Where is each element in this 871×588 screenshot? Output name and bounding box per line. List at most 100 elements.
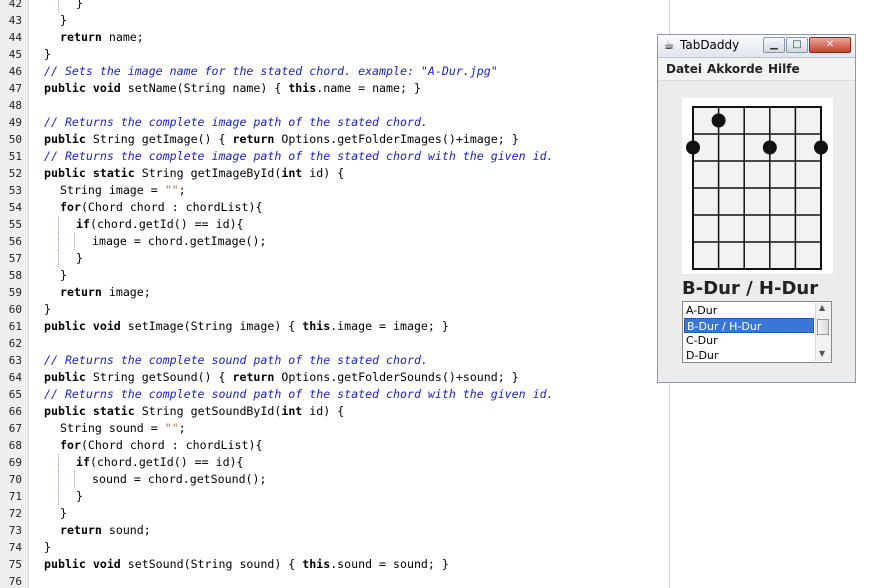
code-keyword: public — [44, 132, 86, 146]
code-token: Options.getFolderImages()+image; } — [274, 132, 519, 146]
indent-guide — [58, 488, 59, 505]
code-token: } — [44, 540, 51, 554]
line-number: 48 — [8, 99, 22, 112]
chord-list-item[interactable]: D-Dur — [684, 348, 814, 363]
code-token: image; — [101, 285, 151, 299]
code-line: 71} — [0, 488, 669, 505]
code-token: .name = name; } — [316, 81, 421, 95]
code-keyword: if — [76, 455, 90, 469]
code-line: 43} — [0, 12, 669, 29]
line-number: 60 — [8, 303, 22, 316]
code-text: public String getImage() { return Option… — [44, 131, 519, 148]
code-text: // Sets the image name for the stated ch… — [44, 63, 498, 80]
code-line: 53 String image = ""; — [0, 182, 669, 199]
menu-hilfe[interactable]: Hilfe — [768, 62, 800, 76]
menu-datei[interactable]: Datei — [666, 62, 702, 76]
code-keyword: for — [60, 438, 81, 452]
code-line: 58} — [0, 267, 669, 284]
code-keyword: this — [302, 319, 331, 333]
line-number: 52 — [8, 167, 22, 180]
code-text: return name; — [60, 29, 144, 46]
chord-list-item[interactable]: A-Dur — [684, 303, 814, 318]
java-cup-icon: ☕ — [663, 38, 675, 52]
line-number: 72 — [8, 507, 22, 520]
line-number: 76 — [8, 575, 22, 588]
code-token: id) { — [302, 404, 345, 418]
code-keyword: public static — [44, 166, 135, 180]
minimize-button[interactable]: ▁ — [763, 37, 785, 53]
indent-guide — [58, 233, 59, 250]
chord-list-scrollbar[interactable]: ▲ ▼ — [815, 303, 831, 361]
code-text: public static String getImageById(int id… — [44, 165, 344, 182]
menu-akkorde[interactable]: Akkorde — [707, 62, 763, 76]
code-line: 55 if(chord.getId() == id){ — [0, 216, 669, 233]
code-line: 70 sound = chord.getSound(); — [0, 471, 669, 488]
code-line: 72} — [0, 505, 669, 522]
code-token: Options.getFolderSounds()+sound; } — [274, 370, 519, 384]
code-keyword: return — [232, 370, 275, 384]
code-token: String getImage() { — [85, 132, 233, 146]
line-number: 65 — [8, 388, 22, 401]
chord-list-item[interactable]: C-Dur — [684, 333, 814, 348]
code-line: 65 // Returns the complete sound path of … — [0, 386, 669, 403]
code-token: ; — [178, 183, 186, 197]
chord-list[interactable]: A-Dur B-Dur / H-Dur C-Dur D-Dur ▲ ▼ — [682, 301, 832, 363]
code-token: } — [44, 302, 51, 316]
finger-dot — [762, 140, 777, 155]
code-keyword: if — [76, 217, 90, 231]
code-line: 48 — [0, 97, 669, 114]
code-line: 52 public static String getImageById(int … — [0, 165, 669, 182]
code-line: 68 for(Chord chord : chordList){ — [0, 437, 669, 454]
code-line: 42} — [0, 0, 669, 12]
title-bar[interactable]: ☕ TabDaddy ▁ □ ✕ — [658, 35, 855, 58]
code-editor[interactable]: 42} 43} 44 return name; 45} 46// Sets the ima… — [0, 0, 669, 588]
code-token: name; — [101, 30, 144, 44]
code-token: image = chord.getImage(); — [92, 234, 267, 248]
line-number: 68 — [8, 439, 22, 452]
indent-guide — [58, 250, 59, 267]
code-text: // Returns the complete image path of th… — [44, 114, 428, 131]
code-token: .image = image; } — [330, 319, 449, 333]
scroll-up-icon[interactable]: ▲ — [819, 303, 825, 312]
maximize-button[interactable]: □ — [786, 37, 808, 53]
line-number: 42 — [8, 0, 22, 10]
close-button[interactable]: ✕ — [809, 37, 851, 53]
indent-guide — [74, 233, 75, 250]
code-token: (Chord chord : chordList){ — [80, 200, 263, 214]
code-text: // Returns the complete sound path of th… — [44, 386, 554, 403]
line-number: 62 — [8, 337, 22, 350]
line-number: 67 — [8, 422, 22, 435]
code-line: 44 return name; — [0, 29, 669, 46]
code-text: } — [44, 539, 51, 556]
code-text: } — [60, 267, 67, 284]
code-line: 56 image = chord.getImage(); — [0, 233, 669, 250]
line-number: 43 — [8, 14, 22, 27]
line-number: 61 — [8, 320, 22, 333]
code-text: sound = chord.getSound(); — [92, 471, 267, 488]
line-number: 75 — [8, 558, 22, 571]
code-text: image = chord.getImage(); — [92, 233, 267, 250]
chord-list-item-selected[interactable]: B-Dur / H-Dur — [684, 318, 814, 333]
line-number: 44 — [8, 31, 22, 44]
code-line: 74} — [0, 539, 669, 556]
code-line: 57} — [0, 250, 669, 267]
line-number: 59 — [8, 286, 22, 299]
finger-dot — [814, 140, 828, 155]
scroll-down-icon[interactable]: ▼ — [819, 349, 825, 358]
code-text: } — [60, 12, 67, 29]
code-text: } — [44, 301, 51, 318]
chord-diagram-panel — [682, 98, 833, 274]
minimize-icon: ▁ — [770, 39, 778, 50]
code-token: sound = chord.getSound(); — [92, 472, 267, 486]
window-title: TabDaddy — [680, 38, 740, 52]
chord-name-label: B-Dur / H-Dur — [682, 278, 819, 299]
code-comment: // Returns the complete image path of th… — [44, 115, 428, 129]
line-number: 69 — [8, 456, 22, 469]
code-text: return image; — [60, 284, 151, 301]
scrollbar-thumb[interactable] — [817, 319, 829, 335]
code-token: setSound(String sound) { — [120, 557, 303, 571]
code-keyword: return — [60, 523, 102, 537]
line-number: 73 — [8, 524, 22, 537]
code-text: if(chord.getId() == id){ — [76, 216, 244, 233]
code-text: // Returns the complete image path of th… — [44, 148, 554, 165]
